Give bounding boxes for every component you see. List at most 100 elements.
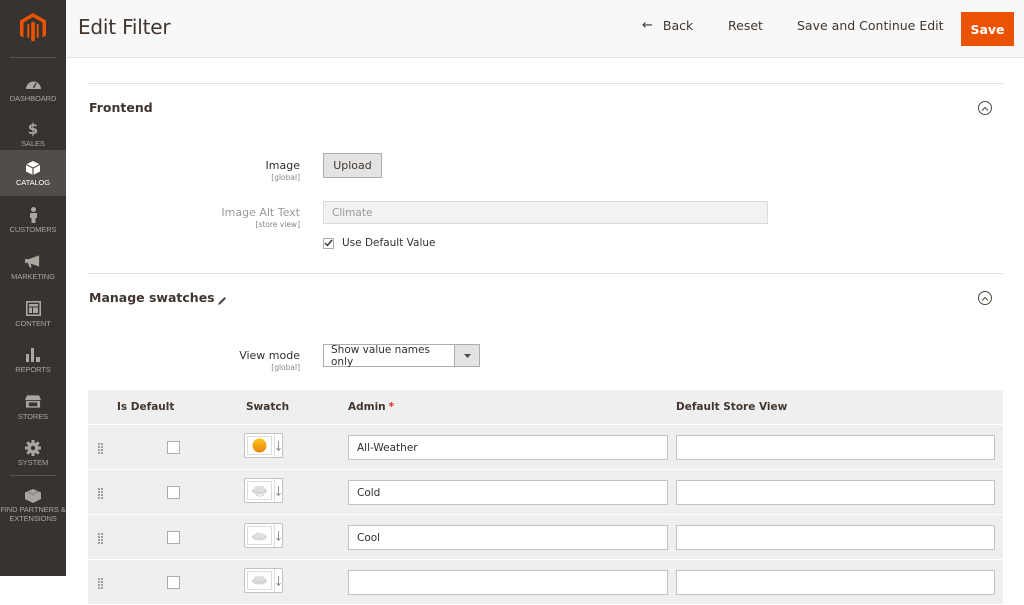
image-alt-text-input[interactable] bbox=[323, 201, 768, 224]
store-view-value-input[interactable] bbox=[676, 525, 995, 550]
back-button[interactable]: ← Back bbox=[642, 18, 693, 33]
save-and-continue-button[interactable]: Save and Continue Edit bbox=[797, 18, 944, 33]
store-view-value-input[interactable] bbox=[676, 435, 995, 460]
view-mode-value: Show value names only bbox=[331, 343, 430, 368]
chevron-down-icon[interactable] bbox=[454, 345, 479, 366]
admin-sidebar: Dashboard $ Sales Catalog Customers Mark… bbox=[0, 0, 66, 576]
table-row bbox=[88, 425, 1003, 470]
frontend-section-title[interactable]: Frontend bbox=[89, 100, 153, 115]
snow-cloud-icon bbox=[247, 571, 272, 590]
upload-button[interactable]: Upload bbox=[323, 153, 382, 178]
sidebar-item-label: Customers bbox=[9, 224, 57, 234]
sidebar-item-marketing[interactable]: Marketing bbox=[0, 244, 66, 290]
sidebar-item-label: Sales bbox=[21, 138, 45, 148]
is-default-checkbox[interactable] bbox=[167, 576, 180, 589]
sidebar-item-content[interactable]: Content bbox=[0, 291, 66, 337]
use-default-value-row[interactable]: Use Default Value bbox=[323, 237, 436, 249]
main-content: Frontend Image [global] Upload Image Alt… bbox=[66, 59, 1024, 605]
pencil-icon[interactable] bbox=[217, 291, 227, 310]
swatch-picker[interactable] bbox=[244, 478, 283, 503]
sidebar-item-label: System bbox=[17, 457, 49, 467]
column-admin: Admin * bbox=[348, 401, 394, 413]
is-default-checkbox[interactable] bbox=[167, 531, 180, 544]
dollar-icon: $ bbox=[27, 119, 39, 138]
sidebar-item-label: Dashboard bbox=[9, 93, 57, 103]
sidebar-item-system[interactable]: System bbox=[0, 430, 66, 476]
image-alt-label-text: Image Alt Text bbox=[221, 206, 300, 219]
drag-handle-icon[interactable] bbox=[98, 531, 106, 544]
sidebar-divider bbox=[10, 475, 56, 476]
column-admin-label: Admin bbox=[348, 401, 386, 413]
arrow-down-icon bbox=[274, 569, 282, 592]
box-icon bbox=[25, 160, 41, 176]
is-default-checkbox[interactable] bbox=[167, 441, 180, 454]
swatches-table: Is Default Swatch Admin * Default Store V… bbox=[88, 390, 1003, 605]
save-button[interactable]: Save bbox=[961, 12, 1014, 46]
sidebar-item-find-partners[interactable]: Find Partners & Extensions bbox=[0, 482, 66, 528]
checkmark-icon bbox=[324, 239, 333, 247]
arrow-left-icon: ← bbox=[642, 18, 653, 33]
gear-icon bbox=[25, 439, 41, 456]
collapse-frontend-icon[interactable] bbox=[978, 101, 992, 115]
arrow-down-icon bbox=[274, 434, 282, 457]
use-default-value-checkbox[interactable] bbox=[323, 237, 334, 249]
sun-icon bbox=[247, 436, 272, 455]
layout-icon bbox=[25, 301, 41, 317]
column-swatch: Swatch bbox=[246, 401, 290, 413]
admin-value-input[interactable] bbox=[348, 525, 668, 550]
swatch-picker[interactable] bbox=[244, 568, 283, 593]
image-alt-label: Image Alt Text [store view] bbox=[221, 206, 300, 229]
arrow-down-icon bbox=[274, 524, 282, 547]
swatch-picker[interactable] bbox=[244, 523, 283, 548]
back-button-label: Back bbox=[662, 18, 694, 33]
snow-cloud-icon bbox=[247, 481, 272, 500]
admin-value-input[interactable] bbox=[348, 570, 668, 595]
sidebar-item-label: Catalog bbox=[15, 177, 51, 187]
section-divider bbox=[88, 83, 1003, 84]
table-row bbox=[88, 515, 1003, 560]
is-default-checkbox[interactable] bbox=[167, 486, 180, 499]
drag-handle-icon[interactable] bbox=[98, 441, 106, 454]
store-view-value-input[interactable] bbox=[676, 570, 995, 595]
logo-divider bbox=[10, 57, 56, 58]
drag-handle-icon[interactable] bbox=[98, 486, 106, 499]
sidebar-item-reports[interactable]: Reports bbox=[0, 337, 66, 383]
image-alt-scope: [store view] bbox=[255, 220, 300, 229]
section-divider bbox=[88, 273, 1003, 274]
storefront-icon bbox=[25, 394, 41, 410]
reset-button[interactable]: Reset bbox=[728, 18, 763, 33]
swatch-picker[interactable] bbox=[244, 433, 283, 458]
page-title: Edit Filter bbox=[78, 15, 171, 39]
store-view-value-input[interactable] bbox=[676, 480, 995, 505]
admin-value-input[interactable] bbox=[348, 480, 668, 505]
arrow-down-icon bbox=[274, 479, 282, 502]
magento-logo[interactable] bbox=[0, 0, 66, 56]
cloud-icon bbox=[247, 526, 272, 545]
sidebar-item-customers[interactable]: Customers bbox=[0, 197, 66, 243]
magento-logo-icon bbox=[20, 13, 46, 42]
person-icon bbox=[25, 206, 41, 223]
drag-handle-icon[interactable] bbox=[98, 576, 106, 589]
sidebar-item-stores[interactable]: Stores bbox=[0, 384, 66, 430]
column-default-store-view: Default Store View bbox=[676, 401, 788, 413]
table-header: Is Default Swatch Admin * Default Store V… bbox=[88, 390, 1003, 425]
view-mode-label: View mode [global] bbox=[239, 349, 300, 372]
manage-swatches-title[interactable]: Manage swatches bbox=[89, 290, 215, 305]
page-header: Edit Filter ← Back Reset Save and Contin… bbox=[66, 0, 1024, 58]
sidebar-item-label: Reports bbox=[15, 364, 51, 374]
image-label: Image [global] bbox=[266, 159, 300, 182]
sidebar-item-label: Content bbox=[15, 318, 51, 328]
sidebar-item-catalog[interactable]: Catalog bbox=[0, 150, 66, 196]
megaphone-icon bbox=[25, 254, 41, 270]
view-mode-select[interactable]: Show value names only bbox=[323, 343, 480, 368]
required-marker: * bbox=[388, 401, 395, 413]
lego-brick-icon bbox=[25, 487, 41, 503]
image-label-text: Image bbox=[265, 159, 300, 172]
sidebar-item-label: Find Partners & Extensions bbox=[0, 505, 66, 523]
collapse-swatches-icon[interactable] bbox=[978, 291, 992, 305]
column-is-default: Is Default bbox=[117, 401, 175, 413]
sidebar-item-dashboard[interactable]: Dashboard bbox=[0, 66, 66, 112]
view-mode-scope: [global] bbox=[271, 363, 300, 372]
admin-value-input[interactable] bbox=[348, 435, 668, 460]
table-row bbox=[88, 470, 1003, 515]
